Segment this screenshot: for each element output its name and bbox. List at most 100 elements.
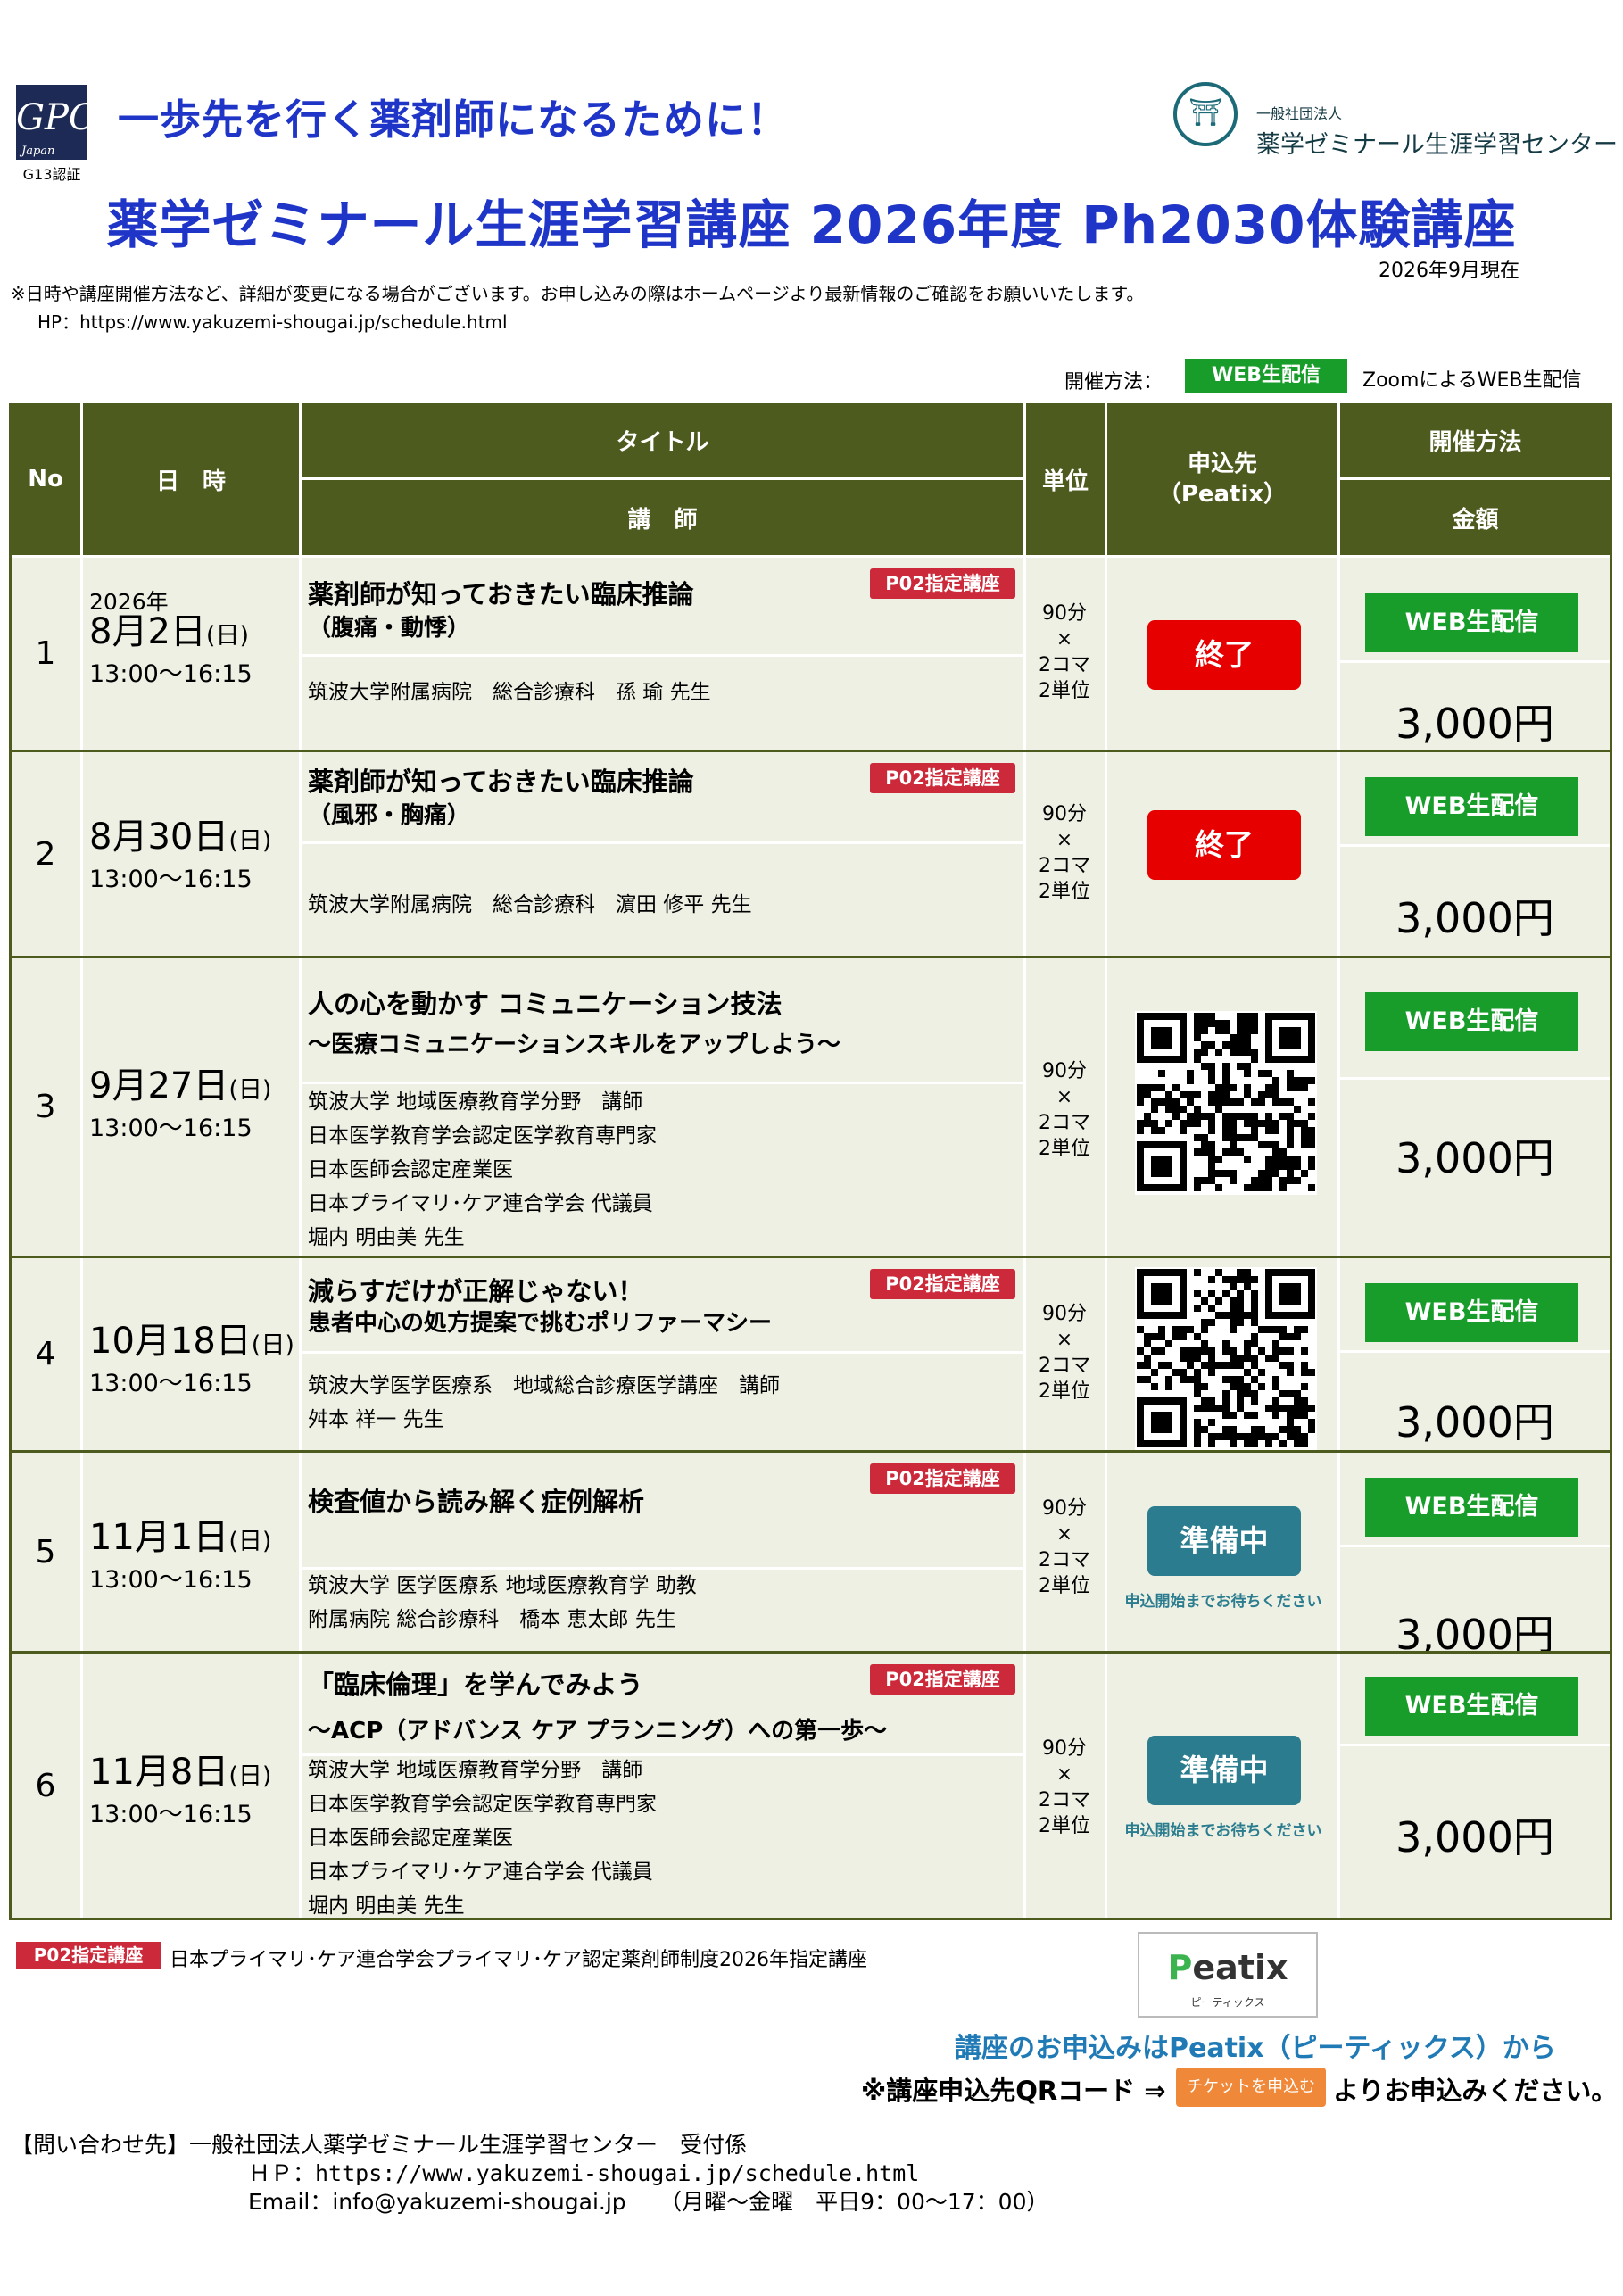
homepage-link[interactable]: HP：https://www.yakuzemi-shougai.jp/sched… bbox=[37, 308, 508, 334]
qr-code-icon[interactable] bbox=[1135, 1267, 1317, 1451]
column-divider bbox=[1337, 558, 1340, 750]
price: 3,000円 bbox=[1395, 1813, 1554, 1861]
row-date-dow: (日) bbox=[228, 827, 272, 855]
row-subtitle: （風邪・胸痛） bbox=[308, 802, 471, 829]
footer-p02-badge: P02指定講座 bbox=[16, 1942, 161, 1969]
unit-line: × bbox=[1056, 1086, 1073, 1108]
gpc-logo-sub: Japan bbox=[21, 145, 55, 158]
contact-heading: 【問い合わせ先】一般社団法人薬学ゼミナール生涯学習センター 受付係 bbox=[11, 2132, 748, 2158]
unit-line: 2単位 bbox=[1039, 1380, 1090, 1403]
row-title: 薬剤師が知っておきたい臨床推論 bbox=[308, 767, 694, 797]
method-price-divider bbox=[1340, 660, 1611, 663]
row-date-md: 11月8日 bbox=[89, 1752, 229, 1793]
col-header-method: 開催方法 bbox=[1340, 403, 1611, 477]
col-header-price: 金額 bbox=[1340, 480, 1611, 555]
unit-line: × bbox=[1056, 829, 1073, 851]
row-number: 6 bbox=[35, 1767, 56, 1804]
row-time: 13:00～16:15 bbox=[89, 1370, 253, 1397]
row-time: 13:00～16:15 bbox=[89, 660, 253, 688]
web-live-badge: WEB生配信 bbox=[1365, 1478, 1578, 1537]
column-divider bbox=[299, 1654, 302, 1918]
unit-line: 2単位 bbox=[1039, 680, 1090, 702]
unit-line: 2コマ bbox=[1039, 1549, 1090, 1571]
row-number: 3 bbox=[35, 1089, 56, 1125]
unit-line: 2単位 bbox=[1039, 1575, 1090, 1597]
price: 3,000円 bbox=[1395, 1134, 1554, 1182]
ticket-apply-button[interactable]: チケットを申込む bbox=[1176, 2068, 1326, 2107]
price: 3,000円 bbox=[1395, 1398, 1554, 1446]
table-border-right bbox=[1610, 403, 1612, 1920]
contact-email[interactable]: Email：info@yakuzemi-shougai.jp （月曜～金曜 平日… bbox=[248, 2188, 1049, 2217]
title-lecturer-divider bbox=[302, 1082, 1023, 1084]
unit-line: 2コマ bbox=[1039, 855, 1090, 877]
web-live-badge: WEB生配信 bbox=[1365, 1677, 1578, 1736]
column-divider bbox=[1337, 958, 1340, 1256]
lecturer-line: 筑波大学 地域医療教育学分野 講師 bbox=[308, 1759, 643, 1782]
price: 3,000円 bbox=[1395, 700, 1554, 748]
peatix-logo-text: eatix bbox=[1192, 1948, 1288, 1987]
lecturer-line: 筑波大学附属病院 総合診療科 孫 瑜 先生 bbox=[308, 681, 711, 704]
col-header-no: No bbox=[11, 403, 80, 555]
table-border-left bbox=[9, 403, 12, 1920]
unit-line: 2コマ bbox=[1039, 1789, 1090, 1811]
column-divider bbox=[299, 1453, 302, 1651]
row-separator bbox=[11, 1918, 1611, 1920]
lecturer-line: 筑波大学 医学医療系 地域医療教育学 助教 bbox=[308, 1574, 697, 1597]
row-number: 2 bbox=[35, 835, 56, 873]
unit-line: 90分 bbox=[1042, 602, 1087, 625]
row-subtitle: ～ACP（アドバンス ケア プランニング）への第一歩～ bbox=[308, 1718, 888, 1745]
legend-text: ZoomによるWEB生配信 bbox=[1362, 369, 1582, 392]
row-title: 「臨床倫理」を学んでみよう bbox=[308, 1670, 643, 1700]
row-time: 13:00～16:15 bbox=[89, 1801, 253, 1828]
row-date-md: 9月27日 bbox=[89, 1065, 229, 1107]
row-title: 人の心を動かす コミュニケーション技法 bbox=[308, 989, 783, 1019]
web-live-badge: WEB生配信 bbox=[1365, 777, 1578, 836]
gpc-logo-text: GPC bbox=[16, 97, 96, 138]
row-date-dow: (日) bbox=[228, 1528, 272, 1555]
column-divider bbox=[80, 1654, 83, 1918]
qr-instructions-a: ※講座申込先QRコード ⇒ bbox=[861, 2076, 1166, 2106]
web-live-badge: WEB生配信 bbox=[1365, 992, 1578, 1051]
column-divider bbox=[299, 958, 302, 1256]
lecturer-line: 舛本 祥一 先生 bbox=[308, 1408, 444, 1431]
method-price-divider bbox=[1340, 1077, 1611, 1080]
apply-instructions: 講座のお申込みはPeatix（ピーティックス）から bbox=[955, 2033, 1556, 2064]
col-header-title: タイトル bbox=[302, 403, 1023, 477]
lecturer-line: 堀内 明由美 先生 bbox=[308, 1226, 465, 1249]
qr-code-icon[interactable] bbox=[1135, 1011, 1317, 1195]
row-date-md: 8月30日 bbox=[89, 816, 229, 858]
row-number: 4 bbox=[35, 1336, 56, 1372]
row-date: 8月2日(日) bbox=[89, 602, 249, 654]
row-title: 検査値から読み解く症例解析 bbox=[308, 1487, 645, 1517]
row-subtitle: ～医療コミュニケーションスキルをアップしよう～ bbox=[308, 1032, 840, 1058]
unit-line: 2コマ bbox=[1039, 654, 1090, 676]
row-date: 11月8日(日) bbox=[89, 1743, 271, 1795]
row-date-dow: (日) bbox=[228, 1762, 272, 1790]
status-note: 申込開始までお待ちください bbox=[1124, 1593, 1322, 1611]
center-org-type: 一般社団法人 bbox=[1256, 105, 1343, 122]
qr-instructions-b: よりお申込みください。 bbox=[1333, 2076, 1618, 2106]
column-divider bbox=[80, 958, 83, 1256]
peatix-logo-sub: ピーティックス bbox=[1190, 1996, 1265, 2009]
p02-badge: P02指定講座 bbox=[870, 1269, 1015, 1299]
catchphrase: 一歩先を行く薬剤師になるために！ bbox=[118, 95, 789, 144]
row-date-md: 11月1日 bbox=[89, 1517, 229, 1558]
unit-line: 2コマ bbox=[1039, 1355, 1090, 1377]
unit-line: 2単位 bbox=[1039, 881, 1090, 903]
column-divider bbox=[1337, 1453, 1340, 1651]
contact-homepage[interactable]: ＨＰ：https://www.yakuzemi-shougai.jp/sched… bbox=[248, 2159, 919, 2188]
lecturer-line: 附属病院 総合診療科 橋本 恵太郎 先生 bbox=[308, 1608, 676, 1631]
footer-p02-text: 日本プライマリ･ケア連合学会プライマリ･ケア認定薬剤師制度2026年指定講座 bbox=[170, 1949, 867, 1971]
row-time: 13:00～16:15 bbox=[89, 1115, 253, 1142]
unit-line: × bbox=[1056, 1329, 1073, 1351]
peatix-logo-mark: P bbox=[1167, 1948, 1193, 1987]
p02-badge: P02指定講座 bbox=[870, 1463, 1015, 1494]
status-preparing-badge: 準備中 bbox=[1147, 1736, 1301, 1805]
peatix-logo: Peatix ピーティックス bbox=[1138, 1932, 1318, 2018]
gpc-logo: GPC Japan bbox=[16, 85, 95, 160]
column-divider bbox=[80, 1258, 83, 1450]
title-lecturer-divider bbox=[302, 841, 1023, 844]
lecturer-line: 日本プライマリ･ケア連合学会 代議員 bbox=[308, 1192, 653, 1215]
legend-web-badge: WEB生配信 bbox=[1185, 359, 1347, 393]
lecturer-line: 筑波大学附属病院 総合診療科 濵田 修平 先生 bbox=[308, 893, 752, 916]
